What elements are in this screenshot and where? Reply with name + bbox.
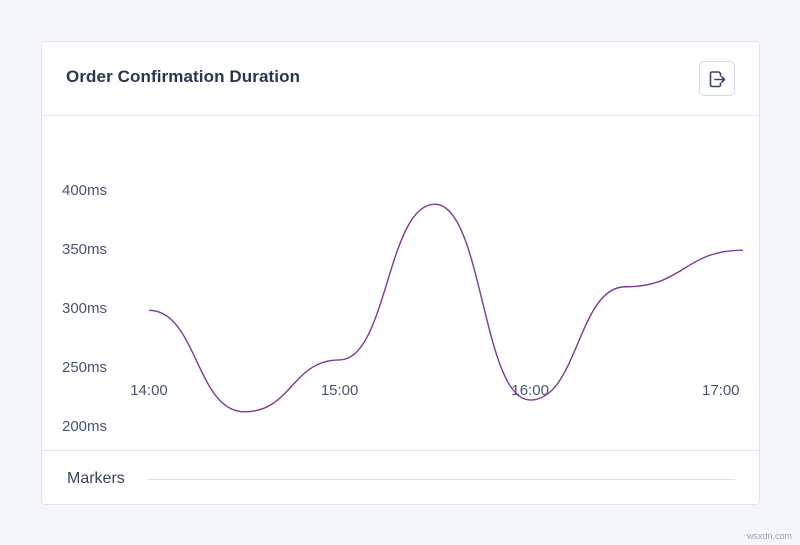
x-tick-label: 15:00 <box>321 382 359 399</box>
y-tick-label: 350ms <box>62 241 107 258</box>
watermark: wsxdn.com <box>746 531 792 541</box>
chart-area: 200ms 250ms 300ms 350ms 400ms 14:00 15:00 16:00… <box>42 117 759 450</box>
y-tick-label: 250ms <box>62 359 107 376</box>
export-button[interactable] <box>699 61 735 96</box>
card-header: Order Confirmation Duration <box>42 42 759 116</box>
x-tick-label: 17:00 <box>702 382 740 399</box>
export-icon <box>709 70 726 87</box>
chart-title: Order Confirmation Duration <box>66 67 301 86</box>
chart-card: Order Confirmation Duration 200ms 250ms 30… <box>41 41 760 505</box>
line-chart: 200ms250ms300ms350ms400ms14:00 15:00 16:00… <box>62 182 744 435</box>
markers-row: Markers <box>42 450 759 504</box>
markers-track <box>148 479 735 480</box>
series-line <box>148 203 744 413</box>
markers-label: Markers <box>67 470 125 487</box>
x-tick-label: 14:00 <box>130 382 168 399</box>
y-tick-label: 400ms <box>62 182 107 199</box>
y-tick-label: 200ms <box>62 418 107 435</box>
y-tick-label: 300ms <box>62 300 107 317</box>
